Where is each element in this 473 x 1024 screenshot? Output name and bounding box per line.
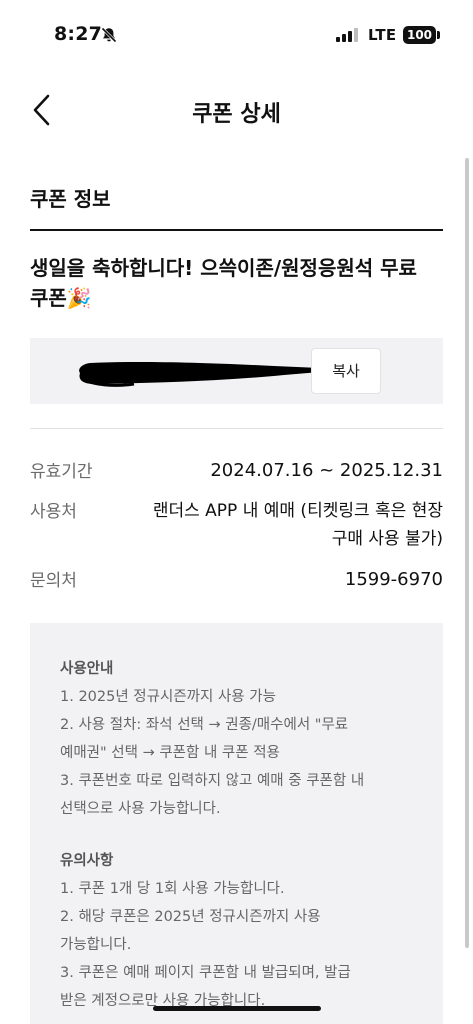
nav-bar: 쿠폰 상세 xyxy=(0,80,473,140)
copy-button[interactable]: 복사 xyxy=(311,348,381,394)
coupon-code-box: 복사 xyxy=(30,338,443,404)
page-title: 쿠폰 상세 xyxy=(192,102,281,127)
signal-icon xyxy=(336,28,358,42)
battery-tip xyxy=(437,31,440,39)
usage-guide-line: 예매권" 선택 → 쿠폰함 내 쿠폰 적용 xyxy=(60,745,280,761)
caution-line: 3. 쿠폰은 예매 페이지 쿠폰함 내 발급되며, 발급 xyxy=(60,965,351,981)
info-divider xyxy=(30,428,443,429)
back-button[interactable] xyxy=(24,90,64,132)
bell-slash-icon xyxy=(101,27,117,43)
contact-label: 문의처 xyxy=(30,571,77,591)
usage-label: 사용처 xyxy=(30,502,77,522)
caution-line: 1. 쿠폰 1개 당 1회 사용 가능합니다. xyxy=(60,881,285,897)
network-label: LTE xyxy=(368,26,397,44)
coupon-name: 생일을 축하합니다! 으쓱이존/원정응원석 무료 쿠폰🎉 xyxy=(30,256,417,310)
section-title: 쿠폰 정보 xyxy=(30,187,111,211)
home-indicator[interactable] xyxy=(153,1006,321,1011)
notice-box: 사용안내 1. 2025년 정규시즌까지 사용 가능 2. 사용 절차: 좌석 … xyxy=(30,623,443,1024)
usage-guide-line: 3. 쿠폰번호 따로 입력하지 않고 예매 중 쿠폰함 내 xyxy=(60,773,365,789)
usage-guide-line: 2. 사용 절차: 좌석 선택 → 권종/매수에서 "무료 xyxy=(60,717,349,733)
usage-guide-heading: 사용안내 xyxy=(60,661,114,677)
status-bar: 8:27 LTE 100 xyxy=(0,0,473,70)
usage-guide-line: 1. 2025년 정규시즌까지 사용 가능 xyxy=(60,689,276,705)
caution-line: 가능합니다. xyxy=(60,937,132,953)
usage-value: 랜더스 APP 내 예매 (티켓링크 혹은 현장 구매 사용 불가) xyxy=(152,501,443,549)
caution-heading: 유의사항 xyxy=(60,853,114,869)
battery-icon: 100 xyxy=(403,26,436,44)
scrollbar[interactable] xyxy=(465,158,469,948)
contact-value: 1599-6970 xyxy=(344,569,443,590)
validity-label: 유효기간 xyxy=(30,462,93,482)
coupon-code-redaction xyxy=(79,362,321,387)
section-divider xyxy=(30,229,443,231)
validity-value: 2024.07.16 ~ 2025.12.31 xyxy=(210,460,443,481)
notice-gap xyxy=(60,823,413,847)
usage-guide-line: 선택으로 사용 가능합니다. xyxy=(60,801,221,817)
chevron-left-icon xyxy=(33,94,50,126)
caution-line: 2. 해당 쿠폰은 2025년 정규시즌까지 사용 xyxy=(60,909,321,925)
status-time: 8:27 xyxy=(54,23,103,45)
